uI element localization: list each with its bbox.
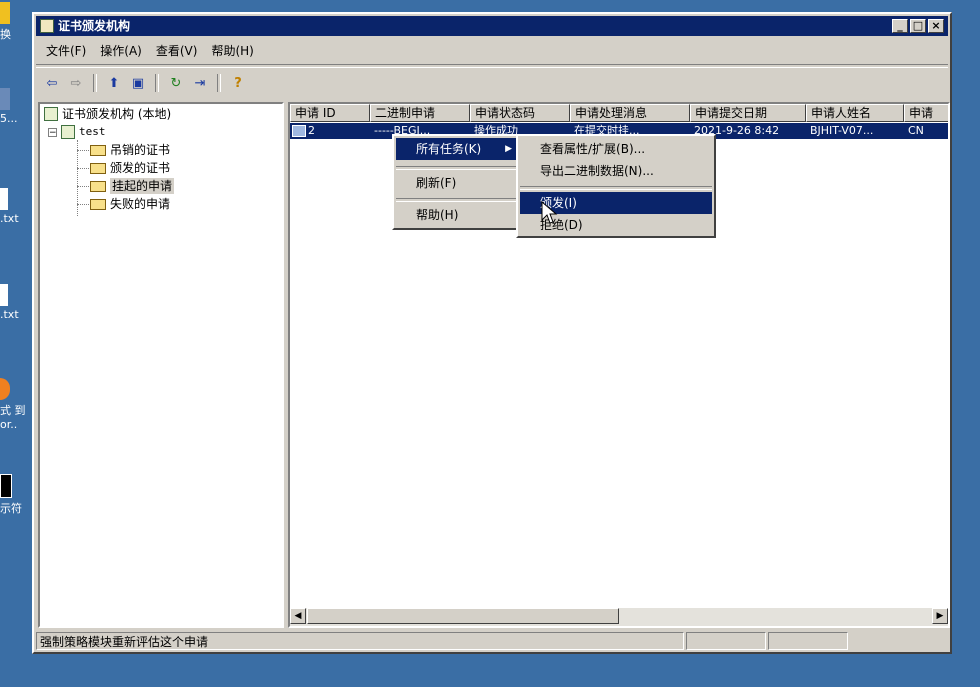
status-field — [768, 632, 848, 650]
menu-separator — [520, 186, 712, 190]
browser-icon — [0, 378, 10, 400]
toolbar-separator — [93, 74, 97, 92]
collapse-icon[interactable]: − — [48, 127, 57, 137]
desktop-icon-4[interactable]: .txt — [0, 284, 34, 321]
context-menu: 所有任务(K) ▶ 刷新(F) 帮助(H) — [392, 134, 522, 230]
maximize-button[interactable]: □ — [910, 19, 926, 33]
tree-line — [77, 168, 89, 169]
desktop-icon-2[interactable]: 5... — [0, 88, 34, 125]
toolbar-separator — [217, 74, 221, 92]
up-icon[interactable]: ⬆ — [104, 73, 124, 93]
tree-item-pending[interactable]: 挂起的申请 — [90, 178, 175, 194]
desktop-icon-3[interactable]: .txt — [0, 188, 34, 225]
tree-ca-label: test — [79, 125, 106, 138]
folder-icon — [90, 162, 106, 174]
tree-item-label: 挂起的申请 — [110, 178, 175, 194]
column-header-submitted-date[interactable]: 申请提交日期 — [690, 104, 806, 122]
menu-file[interactable]: 文件(F) — [46, 40, 86, 62]
scroll-left-icon[interactable]: ◀ — [290, 608, 306, 624]
menu-action[interactable]: 操作(A) — [100, 40, 142, 62]
title-bar[interactable]: 证书颁发机构 _ □ × — [36, 16, 948, 36]
column-header-requester-name[interactable]: 申请人姓名 — [806, 104, 904, 122]
desktop-icon-label: .txt — [0, 308, 19, 321]
open-folder-icon — [90, 180, 106, 192]
minimize-button[interactable]: _ — [892, 19, 908, 33]
forward-icon[interactable]: ⇨ — [66, 73, 86, 93]
menu-bar: 文件(F) 操作(A) 查看(V) 帮助(H) — [36, 40, 948, 62]
back-icon[interactable]: ⇦ — [42, 73, 62, 93]
text-file-icon — [0, 284, 8, 306]
tree-item-label: 吊销的证书 — [110, 143, 171, 157]
folder-icon — [90, 144, 106, 156]
menu-item-all-tasks[interactable]: 所有任务(K) ▶ — [396, 138, 518, 160]
certificate-authority-icon — [40, 19, 54, 33]
help-icon[interactable]: ? — [228, 73, 248, 93]
ca-window: 证书颁发机构 _ □ × 文件(F) 操作(A) 查看(V) 帮助(H) ⇦ ⇨… — [32, 12, 952, 654]
mouse-pointer-icon — [541, 200, 558, 224]
scroll-thumb[interactable] — [307, 608, 619, 624]
toolbar: ⇦ ⇨ ⬆ ▣ ↻ ⇥ ? — [36, 70, 948, 96]
cell-requester-name: BJHIT-V07... — [810, 124, 874, 137]
submenu-arrow-icon: ▶ — [505, 144, 512, 154]
menu-separator — [396, 198, 518, 202]
menu-help[interactable]: 帮助(H) — [211, 40, 253, 62]
export-icon[interactable]: ⇥ — [190, 73, 210, 93]
folder-icon — [90, 198, 106, 210]
column-header-status-code[interactable]: 申请状态码 — [470, 104, 570, 122]
cell-request-extra: CN — [908, 124, 924, 137]
desktop-icon-5[interactable]: 式 到 or.. — [0, 378, 34, 431]
menu-separator — [396, 166, 518, 170]
desktop-icon-label: 换 — [0, 28, 11, 41]
cell-request-id: 2 — [290, 123, 370, 139]
desktop-icon-label: 式 到 — [0, 404, 26, 417]
tree-item-issued[interactable]: 颁发的证书 — [90, 160, 170, 176]
desktop-icon-label: 5... — [0, 112, 18, 125]
menu-item-view-attributes[interactable]: 查看属性/扩展(B)... — [520, 138, 712, 160]
tree-line — [77, 186, 89, 187]
status-bar: 强制策略模块重新评估这个申请 — [36, 632, 948, 652]
tree-item-failed[interactable]: 失败的申请 — [90, 196, 170, 212]
menu-divider — [36, 64, 948, 68]
scroll-right-icon[interactable]: ▶ — [932, 608, 948, 624]
tree-root[interactable]: 证书颁发机构 (本地) — [44, 106, 171, 122]
menu-item-export-binary[interactable]: 导出二进制数据(N)... — [520, 160, 712, 182]
computer-icon — [0, 88, 10, 110]
desktop-app-icon — [0, 2, 10, 24]
tree-line — [77, 150, 89, 151]
column-header-binary-request[interactable]: 二进制申请 — [370, 104, 470, 122]
desktop-icon-1[interactable]: 换 — [0, 2, 34, 42]
show-tree-icon[interactable]: ▣ — [128, 73, 148, 93]
tree-ca-node[interactable]: − test — [48, 124, 106, 140]
tree-line — [77, 204, 89, 205]
column-header-request-id[interactable]: 申请 ID — [290, 104, 370, 122]
menu-item-refresh[interactable]: 刷新(F) — [396, 172, 518, 194]
certificate-authority-icon — [44, 107, 58, 121]
tree-root-label: 证书颁发机构 (本地) — [62, 107, 172, 121]
list-header: 申请 ID 二进制申请 申请状态码 申请处理消息 申请提交日期 申请人姓名 申请 — [290, 104, 948, 122]
refresh-icon[interactable]: ↻ — [166, 73, 186, 93]
horizontal-scrollbar[interactable]: ◀ ▶ — [290, 608, 948, 626]
command-prompt-icon — [0, 474, 12, 498]
menu-view[interactable]: 查看(V) — [156, 40, 198, 62]
desktop-icon-label: 示符 — [0, 502, 22, 515]
desktop-icon-6[interactable]: 示符 — [0, 474, 34, 516]
tree-item-revoked[interactable]: 吊销的证书 — [90, 142, 170, 158]
close-button[interactable]: × — [928, 19, 944, 33]
menu-item-help[interactable]: 帮助(H) — [396, 204, 518, 226]
tree-item-label: 颁发的证书 — [110, 161, 171, 175]
status-field — [686, 632, 766, 650]
column-header-disposition-message[interactable]: 申请处理消息 — [570, 104, 690, 122]
request-icon — [292, 125, 306, 137]
ca-server-icon — [61, 125, 75, 139]
window-title: 证书颁发机构 — [58, 19, 131, 33]
tree-item-label: 失败的申请 — [110, 197, 171, 211]
toolbar-separator — [155, 74, 159, 92]
column-header-request-extra[interactable]: 申请 — [904, 104, 948, 122]
console-tree: 证书颁发机构 (本地) − test 吊销的证书 颁发的证书 挂起的申请 失败的… — [38, 102, 284, 628]
text-file-icon — [0, 188, 8, 210]
desktop-icon-sublabel: or.. — [0, 418, 18, 431]
desktop-icon-label: .txt — [0, 212, 19, 225]
status-text: 强制策略模块重新评估这个申请 — [36, 632, 684, 650]
